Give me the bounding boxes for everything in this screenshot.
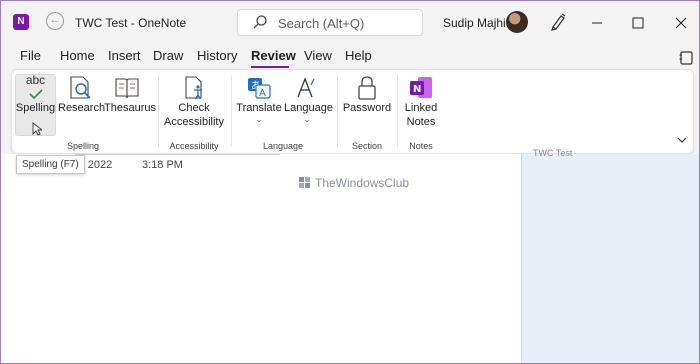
avatar[interactable] xyxy=(506,11,528,33)
password-label: Password xyxy=(342,102,392,114)
check-accessibility-label-line2: Accessibility xyxy=(164,116,224,128)
page-list-pane[interactable] xyxy=(521,154,699,363)
svg-text:A: A xyxy=(259,88,266,99)
check-accessibility-label-line1: Check xyxy=(178,102,210,114)
title-bar: N ← TWC Test - OneNote Search (Alt+Q) Su… xyxy=(1,1,699,45)
watermark-logo-icon xyxy=(299,177,310,188)
translate-label: Translate xyxy=(236,102,282,114)
ribbon-divider xyxy=(337,75,338,147)
svg-text:N: N xyxy=(413,84,421,95)
search-icon xyxy=(253,15,267,29)
notebooks-icon[interactable] xyxy=(678,50,694,66)
spelling-tooltip: Spelling (F7) xyxy=(16,155,85,174)
ribbon-divider xyxy=(397,75,398,147)
linked-notes-label-line2: Notes xyxy=(406,116,436,128)
ribbon-tabs: File Home Insert Draw History Review Vie… xyxy=(1,45,699,69)
page-list-item[interactable]: TWC Test xyxy=(533,148,572,158)
language-chevron-down-icon: ⌄ xyxy=(303,115,311,124)
back-arrow-icon[interactable]: ← xyxy=(46,12,64,30)
tab-file[interactable]: File xyxy=(20,48,41,63)
group-accessibility-label: Accessibility xyxy=(169,141,219,151)
search-placeholder: Search (Alt+Q) xyxy=(278,16,365,31)
tab-insert[interactable]: Insert xyxy=(108,48,141,63)
close-icon[interactable] xyxy=(671,13,691,33)
minimize-icon[interactable] xyxy=(587,13,607,33)
linked-notes-label-line1: Linked xyxy=(404,102,438,114)
tab-home[interactable]: Home xyxy=(60,48,95,63)
translate-chevron-down-icon: ⌄ xyxy=(255,115,263,124)
page-canvas[interactable] xyxy=(1,154,521,363)
page-title-underline xyxy=(75,154,280,155)
maximize-icon[interactable] xyxy=(628,13,648,33)
thesaurus-label: Thesaurus xyxy=(104,102,156,114)
check-accessibility-button[interactable]: Check Accessibility xyxy=(161,75,227,129)
user-name[interactable]: Sudip Majhi xyxy=(443,16,506,30)
language-label: Language xyxy=(284,102,333,114)
tab-view[interactable]: View xyxy=(304,48,332,63)
active-tab-indicator xyxy=(251,66,289,68)
window-title: TWC Test - OneNote xyxy=(75,16,187,30)
group-spelling-label: Spelling xyxy=(66,141,100,151)
ribbon-divider xyxy=(158,75,159,147)
tab-draw[interactable]: Draw xyxy=(153,48,183,63)
tab-review[interactable]: Review xyxy=(251,48,296,63)
page-time: 3:18 PM xyxy=(142,159,183,171)
tab-help[interactable]: Help xyxy=(345,48,372,63)
group-section-label: Section xyxy=(351,141,383,151)
search-input[interactable]: Search (Alt+Q) xyxy=(237,9,423,36)
onenote-window: N ← TWC Test - OneNote Search (Alt+Q) Su… xyxy=(0,0,700,364)
ribbon-divider xyxy=(231,75,232,147)
group-language-label: Language xyxy=(262,141,304,151)
spelling-label: Spelling xyxy=(15,102,56,114)
onenote-app-icon: N xyxy=(13,14,29,30)
group-notes-label: Notes xyxy=(409,141,433,151)
translate-button[interactable]: あ A Translate ⌄ xyxy=(236,75,282,124)
language-button[interactable]: Language ⌄ xyxy=(284,75,333,124)
watermark-text: TheWindowsClub xyxy=(315,176,410,190)
linked-notes-button[interactable]: N Linked Notes xyxy=(401,75,441,129)
mouse-cursor-icon xyxy=(32,122,42,136)
collapse-ribbon-chevron-icon[interactable] xyxy=(676,135,688,145)
tab-history[interactable]: History xyxy=(197,48,237,63)
check-mark-icon xyxy=(28,89,43,100)
research-label: Research xyxy=(58,102,106,114)
pen-icon[interactable] xyxy=(549,12,567,32)
